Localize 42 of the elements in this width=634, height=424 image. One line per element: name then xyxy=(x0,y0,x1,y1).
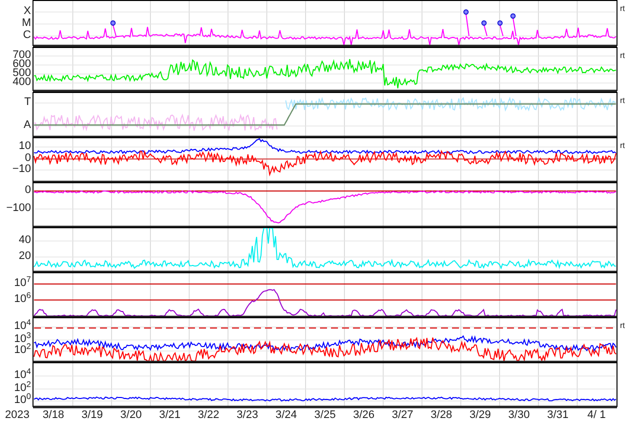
axis-tick-label: 10$^{6}$ xyxy=(14,294,31,305)
axis-tick-label: 400 xyxy=(12,77,31,88)
axis-tick-label: 20 xyxy=(18,251,31,262)
axis-tick-label: M xyxy=(22,18,31,29)
axis-tick-label: 10$^{2}$ xyxy=(14,345,31,356)
axis-tick-label: 3/18 xyxy=(42,410,66,421)
year-label: 2023 xyxy=(5,410,30,421)
axis-tick-label: C xyxy=(23,30,31,41)
axis-tick-label: 700 xyxy=(12,50,31,61)
axis-tick-label: 3/25 xyxy=(313,410,337,421)
axis-tick-label: 3/21 xyxy=(158,410,182,421)
axis-tick-label: 3/19 xyxy=(80,410,104,421)
panel-side-label: rt xyxy=(620,322,625,330)
axis-tick-label: 10$^{4}$ xyxy=(14,370,31,381)
axis-tick-label: 0 xyxy=(24,153,31,164)
axis-tick-label: 10$^{2}$ xyxy=(14,383,31,394)
panel-side-label: rt xyxy=(620,97,625,105)
panel-side-label: rt xyxy=(620,5,625,13)
axis-tick-label: 10$^{4}$ xyxy=(14,321,31,332)
axis-tick-label: 3/29 xyxy=(468,410,492,421)
axis-tick-label: 3/28 xyxy=(430,410,454,421)
axis-tick-label: A xyxy=(24,120,31,131)
axis-tick-label: −100 xyxy=(6,203,31,214)
axis-tick-label: 3/23 xyxy=(236,410,260,421)
axis-tick-label: 0 xyxy=(24,185,31,196)
axis-tick-label: X xyxy=(24,6,31,17)
axis-tick-label: 3/22 xyxy=(196,410,220,421)
axis-tick-label: 3/30 xyxy=(507,410,531,421)
axis-tick-label: 3/31 xyxy=(546,410,570,421)
axis-tick-label: −10 xyxy=(12,164,31,175)
axis-tick-label: 10$^{7}$ xyxy=(14,278,31,289)
axis-tick-label: T xyxy=(24,97,31,108)
axis-tick-label: 10$^{0}$ xyxy=(14,395,31,406)
axis-tick-label: 3/20 xyxy=(119,410,143,421)
panel-side-label: rt xyxy=(620,142,625,150)
axis-tick-label: 3/24 xyxy=(274,410,298,421)
panel-side-label: rt xyxy=(620,52,625,60)
axis-tick-label: 40 xyxy=(18,235,31,246)
axis-tick-label: 4/ 1 xyxy=(586,410,607,421)
axis-tick-label: 10 xyxy=(18,141,31,152)
axis-tick-label: 3/27 xyxy=(390,410,414,421)
axis-tick-label: 3/26 xyxy=(352,410,376,421)
